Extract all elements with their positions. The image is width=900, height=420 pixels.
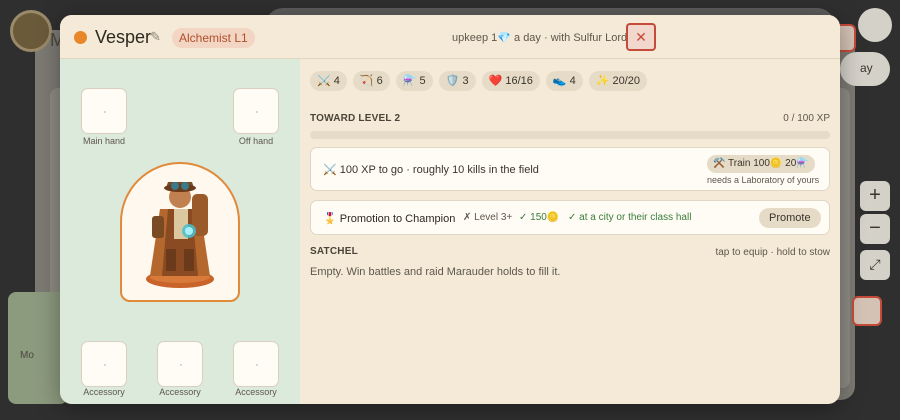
- background-zoom-out-button: −: [860, 214, 890, 244]
- accessory-slot-1[interactable]: [81, 341, 127, 387]
- stat-value: 5: [419, 75, 426, 87]
- flask-icon: ⚗️: [402, 75, 417, 87]
- sparkle-icon: ✨: [595, 75, 610, 87]
- accessory-label-2: Accessory: [159, 387, 201, 397]
- stat-movement: 👟 4: [545, 71, 583, 91]
- promotion-req-location: ✓ at a city or their class hall: [568, 212, 692, 223]
- promotion-card: 🎖️ Promotion to Champion ✗ Level 3+ ✓ 15…: [310, 200, 830, 235]
- satchel-hint: tap to equip · hold to stow: [715, 247, 830, 258]
- training-card: ⚔️ 100 XP to go · roughly 10 kills in th…: [310, 147, 830, 191]
- unit-details-modal: Vesper ✎ Alchemist L1 upkeep 1💎 a day · …: [60, 15, 840, 404]
- promotion-req-level: ✗ Level 3+: [463, 212, 513, 223]
- background-avatar: [10, 10, 52, 52]
- stat-alchemy: ⚗️ 5: [395, 71, 433, 91]
- xp-title: TOWARD LEVEL 2: [310, 113, 401, 124]
- background-card-label: Mo: [20, 350, 34, 361]
- unit-class-badge: Alchemist L1: [172, 28, 255, 48]
- xp-progress-bar: [310, 131, 830, 139]
- satchel-title: SATCHEL: [310, 246, 358, 257]
- background-pill-button: ay: [840, 52, 890, 86]
- stat-health: ❤️ 16/16: [481, 71, 540, 91]
- stat-value: 16/16: [505, 75, 533, 87]
- rename-pencil-icon[interactable]: ✎: [150, 29, 161, 45]
- modal-close-button[interactable]: ✕: [626, 23, 656, 51]
- stat-value: 4: [333, 75, 340, 87]
- promotion-title: 🎖️ Promotion to Champion: [323, 213, 456, 225]
- off-hand-slot[interactable]: [233, 88, 279, 134]
- promote-button[interactable]: Promote: [759, 208, 821, 228]
- training-text: ⚔️ 100 XP to go · roughly 10 kills in th…: [323, 164, 539, 176]
- bow-icon: 🏹: [359, 75, 374, 87]
- unit-status-dot: [74, 31, 87, 44]
- training-requirement-note: needs a Laboratory of yours: [707, 175, 820, 185]
- modal-header: Vesper ✎ Alchemist L1 upkeep 1💎 a day · …: [60, 15, 840, 59]
- accessory-slot-2[interactable]: [157, 341, 203, 387]
- attack-icon: ⚔️: [317, 75, 331, 87]
- alchemist-figure-icon: [146, 182, 214, 288]
- unit-portrait: [120, 162, 240, 302]
- off-hand-label: Off hand: [238, 136, 274, 146]
- background-unit-card: [8, 292, 68, 404]
- stat-value: 20/20: [612, 75, 641, 87]
- unit-upkeep-text: upkeep 1💎 a day · with Sulfur Lord: [452, 32, 628, 44]
- stat-ranged: 🏹 6: [352, 71, 390, 91]
- unit-name: Vesper: [95, 27, 152, 47]
- stat-mana: ✨ 20/20: [588, 71, 648, 91]
- main-hand-label: Main hand: [82, 136, 126, 146]
- satchel-empty-message: Empty. Win battles and raid Marauder hol…: [310, 266, 561, 278]
- shield-icon: 🛡️: [445, 75, 460, 87]
- boot-icon: 👟: [552, 75, 567, 87]
- stat-value: 6: [376, 75, 383, 87]
- background-zoom-in-button: +: [860, 181, 890, 211]
- stat-value: 4: [569, 75, 576, 87]
- xp-count: 0 / 100 XP: [783, 113, 830, 124]
- stat-chips: ⚔️ 4 🏹 6 ⚗️ 5 🛡️ 3 ❤️ 16/16 👟 4 ✨ 20/20: [310, 71, 648, 91]
- background-close-button-2: [852, 296, 882, 326]
- accessory-label-1: Accessory: [83, 387, 125, 397]
- stat-value: 3: [462, 75, 469, 87]
- stat-attack: ⚔️ 4: [310, 71, 347, 91]
- background-gear-button: [858, 8, 892, 42]
- equipment-panel: Main hand Off hand Accessory Accessory A…: [60, 59, 300, 404]
- background-pill-label: ay: [860, 61, 873, 75]
- accessory-label-3: Accessory: [235, 387, 277, 397]
- stat-defense: 🛡️ 3: [438, 71, 476, 91]
- background-expand-button: ⤢: [860, 250, 890, 280]
- train-button[interactable]: ⚒️ Train 100🪙 20⚗️: [707, 155, 815, 173]
- accessory-slot-3[interactable]: [233, 341, 279, 387]
- heart-icon: ❤️: [488, 75, 503, 87]
- main-hand-slot[interactable]: [81, 88, 127, 134]
- promotion-req-gold: ✓ 150🪙: [519, 212, 560, 223]
